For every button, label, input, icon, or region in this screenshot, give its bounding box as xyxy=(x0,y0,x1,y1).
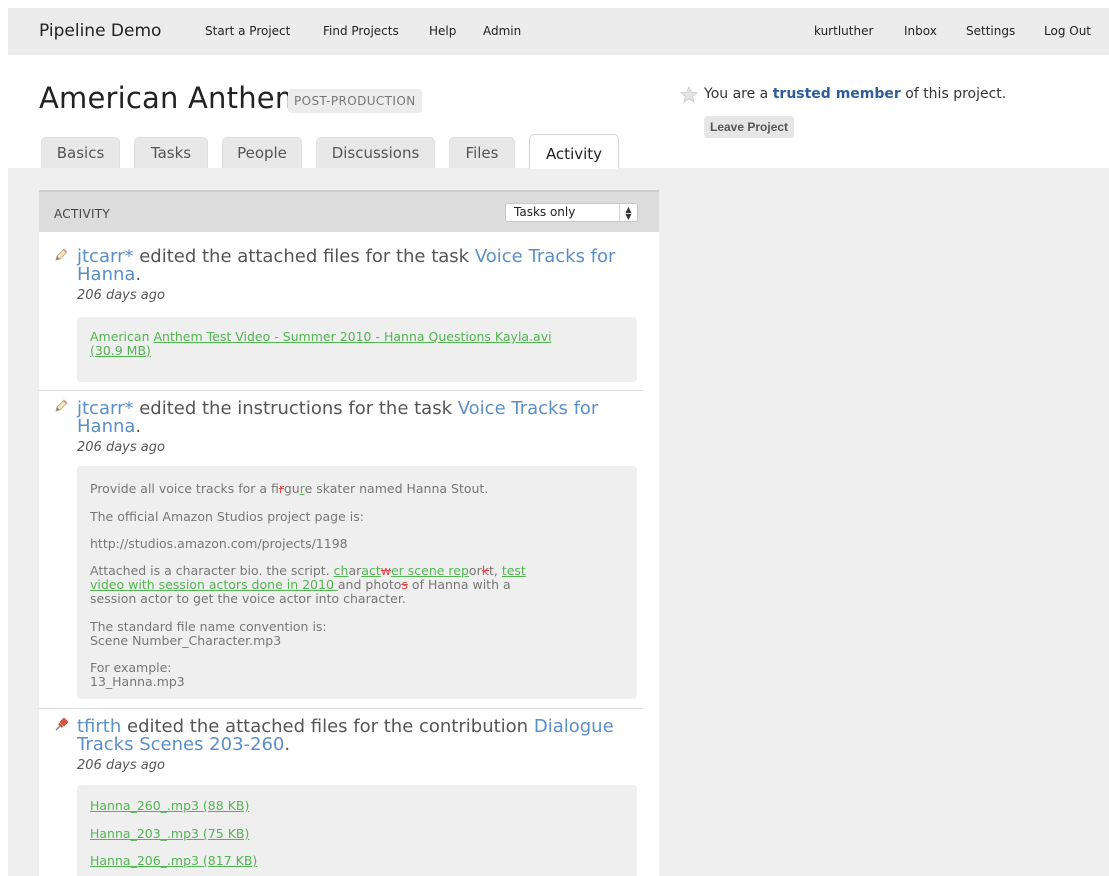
leave-project-button[interactable]: Leave Project xyxy=(704,116,795,138)
activity-item-3-summary-cont: Tracks Scenes 203-260. xyxy=(77,734,291,755)
activity-item-1-summary: jtcarr* edited the attached files for th… xyxy=(77,246,616,267)
diff-paragraph-cont: video with session actors done in 2010 a… xyxy=(90,577,511,592)
top-nav-bar xyxy=(8,8,1109,55)
activity-panel-header: ACTIVITY Tasks only ▲ ▼ xyxy=(39,190,659,232)
status-badge: POST-PRODUCTION xyxy=(288,89,422,113)
diff-paragraph: For example: xyxy=(90,660,172,675)
select-arrows-icon: ▲ ▼ xyxy=(619,204,637,221)
pencil-icon xyxy=(55,248,68,261)
instructions-diff-box: Provide all voice tracks for a firgure s… xyxy=(77,466,637,699)
activity-item-2-summary: jtcarr* edited the instructions for the … xyxy=(77,398,599,419)
nav-admin[interactable]: Admin xyxy=(483,24,521,38)
tab-basics[interactable]: Basics xyxy=(41,137,120,168)
activity-filter-select[interactable]: Tasks only ▲ ▼ xyxy=(505,203,638,222)
file-link-line-2: (30.9 MB) xyxy=(90,343,151,358)
nav-settings[interactable]: Settings xyxy=(966,24,1015,38)
activity-task-link[interactable]: Voice Tracks for xyxy=(458,398,599,419)
diff-paragraph-cont: session actor to get the voice actor int… xyxy=(90,591,406,606)
activity-item-1-summary-cont: Hanna. xyxy=(77,264,142,285)
page-title: American Anthem xyxy=(39,81,304,115)
diff-paragraph-cont: Scene Number_Character.mp3 xyxy=(90,633,282,648)
activity-heading: ACTIVITY xyxy=(54,207,111,221)
activity-divider xyxy=(39,390,643,391)
activity-item-2-summary-cont: Hanna. xyxy=(77,416,142,437)
tab-files[interactable]: Files xyxy=(449,137,515,168)
activity-contribution-link-cont[interactable]: Tracks Scenes 203-260 xyxy=(77,734,284,755)
diff-paragraph: The official Amazon Studios project page… xyxy=(90,509,364,524)
diff-paragraph: Attached is a character bio. the script.… xyxy=(90,563,526,578)
diff-paragraph-cont: 13_Hanna.mp3 xyxy=(90,674,185,689)
activity-detail-box: American Anthem Test Video - Summer 2010… xyxy=(77,317,637,382)
activity-timestamp: 206 days ago xyxy=(77,758,165,773)
nav-inbox[interactable]: Inbox xyxy=(904,24,937,38)
filter-selected-value: Tasks only xyxy=(514,205,576,219)
star-icon xyxy=(680,86,698,103)
membership-role: trusted member xyxy=(772,86,901,102)
membership-status: You are a trusted member of this project… xyxy=(704,86,1007,102)
nav-help[interactable]: Help xyxy=(429,24,456,38)
tab-activity[interactable]: Activity xyxy=(529,134,619,169)
activity-timestamp: 206 days ago xyxy=(77,440,165,455)
nav-start-project[interactable]: Start a Project xyxy=(205,24,290,38)
activity-detail-box: Hanna_260_.mp3 (88 KB) Hanna_203_.mp3 (7… xyxy=(77,785,637,876)
activity-contribution-link[interactable]: Dialogue xyxy=(534,716,614,737)
brand-link[interactable]: Pipeline Demo xyxy=(39,21,161,41)
activity-task-link-cont[interactable]: Hanna xyxy=(77,264,135,285)
activity-task-link[interactable]: Voice Tracks for xyxy=(475,246,616,267)
attached-file-link[interactable]: Anthem Test Video - Summer 2010 - Hanna … xyxy=(153,329,551,344)
pencil-icon xyxy=(55,399,68,412)
activity-timestamp: 206 days ago xyxy=(77,288,165,303)
attached-file-link[interactable]: Hanna_260_.mp3 (88 KB) xyxy=(90,798,249,813)
nav-user-profile[interactable]: kurtluther xyxy=(814,24,873,38)
attached-file-link[interactable]: Hanna_203_.mp3 (75 KB) xyxy=(90,826,249,841)
attached-file-link[interactable]: Hanna_206_.mp3 (817 KB) xyxy=(90,853,257,868)
tab-people[interactable]: People xyxy=(222,137,302,168)
tab-tasks[interactable]: Tasks xyxy=(134,137,208,168)
tab-discussions[interactable]: Discussions xyxy=(316,137,435,168)
diff-paragraph: Provide all voice tracks for a firgure s… xyxy=(90,481,489,496)
activity-task-link-cont[interactable]: Hanna xyxy=(77,416,135,437)
attached-file-link-size[interactable]: (30.9 MB) xyxy=(90,343,151,358)
file-link-line-1: American Anthem Test Video - Summer 2010… xyxy=(90,329,552,344)
diff-paragraph-url: http://studios.amazon.com/projects/1198 xyxy=(90,536,348,551)
nav-find-projects[interactable]: Find Projects xyxy=(323,24,399,38)
diff-paragraph: The standard file name convention is: xyxy=(90,619,327,634)
activity-divider xyxy=(39,708,643,709)
nav-log-out[interactable]: Log Out xyxy=(1044,24,1091,38)
pushpin-icon xyxy=(55,717,69,731)
